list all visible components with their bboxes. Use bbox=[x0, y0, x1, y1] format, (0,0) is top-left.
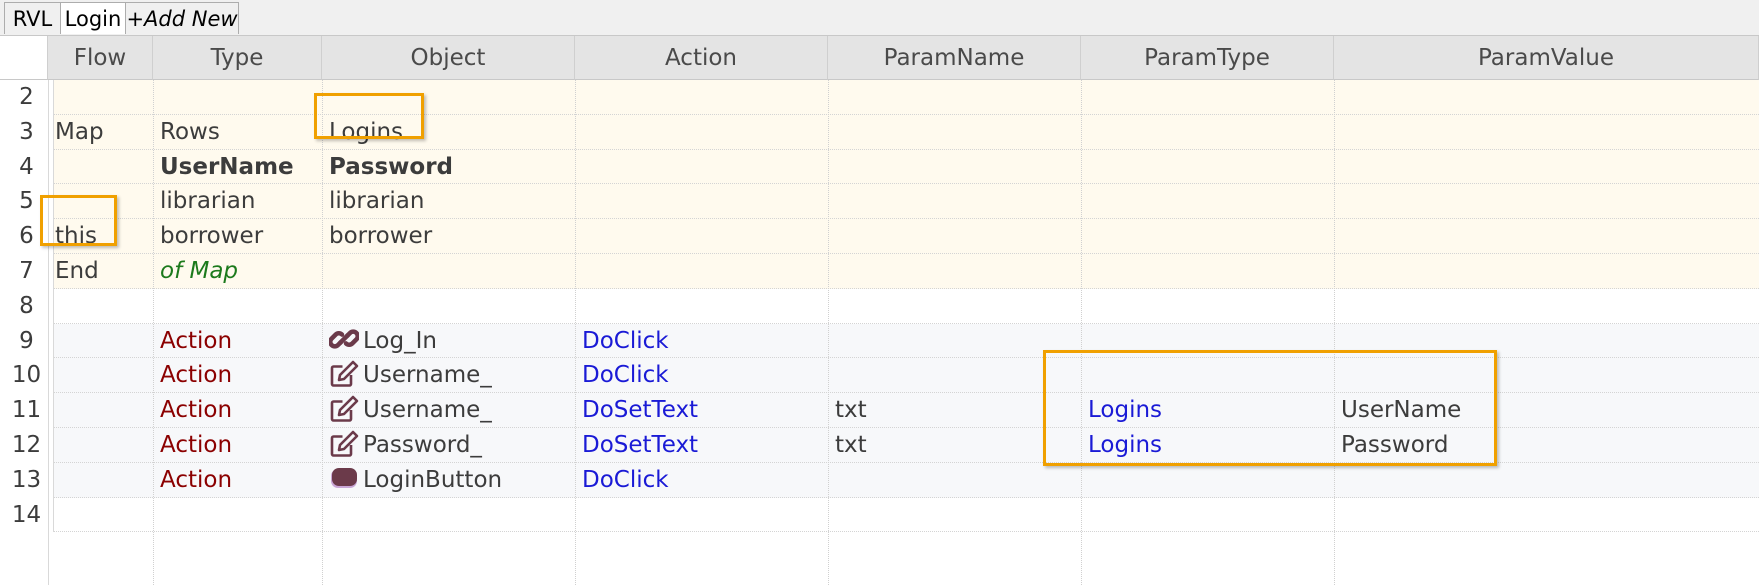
edit-icon bbox=[329, 429, 359, 459]
column-divider bbox=[1334, 80, 1335, 585]
column-header-type[interactable]: Type bbox=[153, 36, 322, 80]
cell-param-name[interactable]: txt bbox=[835, 428, 867, 463]
row-number[interactable]: 14 bbox=[0, 497, 54, 533]
cell-object[interactable]: Password_ bbox=[329, 428, 482, 463]
cell-object[interactable]: Logins bbox=[329, 115, 403, 150]
column-divider bbox=[48, 80, 49, 585]
edit-icon bbox=[329, 359, 359, 389]
row-number[interactable]: 12 bbox=[0, 428, 54, 463]
cell-action[interactable]: DoClick bbox=[582, 463, 669, 498]
table-row bbox=[0, 358, 1759, 394]
cell-action[interactable]: DoClick bbox=[582, 324, 669, 359]
spreadsheet-grid: Flow Type Object Action ParamName ParamT… bbox=[0, 36, 1759, 585]
cell-action[interactable]: DoSetText bbox=[582, 393, 698, 428]
cell-object[interactable]: Password bbox=[329, 150, 453, 185]
tab-rvl[interactable]: RVL bbox=[4, 2, 61, 34]
cell-object[interactable]: borrower bbox=[329, 219, 432, 254]
row-number[interactable]: 11 bbox=[0, 393, 54, 428]
cell-param-name[interactable]: txt bbox=[835, 393, 867, 428]
cell-action[interactable]: DoSetText bbox=[582, 428, 698, 463]
column-divider bbox=[153, 80, 154, 585]
cell-type[interactable]: Action bbox=[160, 358, 232, 393]
column-divider bbox=[828, 80, 829, 585]
cell-object-text: Username_ bbox=[363, 397, 492, 424]
table-row bbox=[0, 393, 1759, 428]
cell-object[interactable]: librarian bbox=[329, 184, 424, 219]
table-row bbox=[0, 323, 1759, 359]
cell-flow[interactable]: Map bbox=[55, 115, 104, 150]
cell-type[interactable]: UserName bbox=[160, 150, 294, 185]
row-number[interactable]: 5 bbox=[0, 184, 54, 220]
tab-add-new[interactable]: +Add New bbox=[125, 2, 239, 34]
table-row bbox=[0, 497, 1759, 533]
cell-type[interactable]: Rows bbox=[160, 115, 220, 150]
cell-type[interactable]: Action bbox=[160, 463, 232, 498]
table-row bbox=[0, 462, 1759, 498]
column-header-paramtype[interactable]: ParamType bbox=[1081, 36, 1334, 80]
table-row bbox=[0, 80, 1759, 115]
column-divider bbox=[322, 80, 323, 585]
table-row bbox=[0, 184, 1759, 220]
row-number[interactable]: 9 bbox=[0, 323, 54, 359]
table-row bbox=[0, 219, 1759, 254]
cell-object[interactable]: Log_In bbox=[328, 324, 437, 359]
cell-object-text: Log_In bbox=[363, 327, 437, 354]
cell-param-value[interactable]: Password bbox=[1341, 428, 1448, 463]
cell-type[interactable]: Action bbox=[160, 393, 232, 428]
row-number[interactable]: 4 bbox=[0, 149, 54, 185]
cell-param-type[interactable]: Logins bbox=[1088, 393, 1162, 428]
edit-icon bbox=[329, 394, 359, 424]
cell-type[interactable]: Action bbox=[160, 428, 232, 463]
table-row bbox=[0, 254, 1759, 289]
row-number[interactable]: 6 bbox=[0, 219, 54, 254]
button-icon bbox=[329, 463, 359, 493]
table-row bbox=[0, 428, 1759, 463]
cell-object-text: Password_ bbox=[363, 432, 482, 458]
cell-param-type[interactable]: Logins bbox=[1088, 428, 1162, 463]
cell-object[interactable]: Username_ bbox=[329, 393, 492, 428]
column-header-object[interactable]: Object bbox=[322, 36, 575, 80]
row-number[interactable]: 7 bbox=[0, 254, 54, 289]
tab-bar: RVL Login +Add New bbox=[0, 0, 1759, 36]
header-corner bbox=[0, 36, 48, 80]
table-row bbox=[0, 114, 1759, 150]
link-icon bbox=[328, 324, 360, 354]
row-number[interactable]: 3 bbox=[0, 114, 54, 150]
cell-type[interactable]: borrower bbox=[160, 219, 263, 254]
cell-action[interactable]: DoClick bbox=[582, 358, 669, 393]
cell-param-value[interactable]: UserName bbox=[1341, 393, 1461, 428]
column-header-action[interactable]: Action bbox=[575, 36, 828, 80]
column-divider bbox=[575, 80, 576, 585]
table-row bbox=[0, 288, 1759, 324]
tab-login[interactable]: Login bbox=[60, 2, 126, 34]
cell-object-text: LoginButton bbox=[363, 466, 503, 493]
column-header-paramname[interactable]: ParamName bbox=[828, 36, 1081, 80]
column-header-paramvalue[interactable]: ParamValue bbox=[1334, 36, 1759, 80]
column-header-flow[interactable]: Flow bbox=[48, 36, 153, 80]
cell-type[interactable]: Action bbox=[160, 324, 232, 359]
cell-type[interactable]: librarian bbox=[160, 184, 255, 219]
row-number[interactable]: 13 bbox=[0, 462, 54, 498]
column-divider bbox=[1081, 80, 1082, 585]
cell-object-text: Username_ bbox=[363, 362, 492, 389]
cell-flow[interactable]: End bbox=[55, 254, 99, 289]
row-number[interactable]: 8 bbox=[0, 288, 54, 324]
cell-flow[interactable]: this bbox=[55, 219, 97, 254]
cell-object[interactable]: Username_ bbox=[329, 358, 492, 393]
cell-object[interactable]: LoginButton bbox=[329, 463, 502, 498]
cell-type[interactable]: of Map bbox=[160, 254, 238, 289]
row-number[interactable]: 10 bbox=[0, 358, 54, 394]
row-number[interactable]: 2 bbox=[0, 80, 54, 115]
